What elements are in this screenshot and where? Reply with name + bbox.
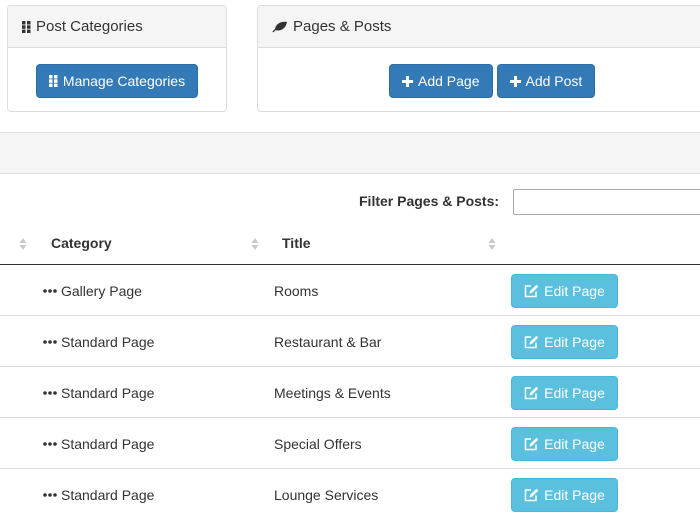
ellipsis-icon [43, 367, 57, 418]
manage-categories-label: Manage Categories [62, 73, 186, 89]
ellipsis-icon [43, 265, 57, 316]
add-page-button[interactable]: Add Page [389, 64, 493, 98]
pages-posts-title: Pages & Posts [293, 18, 392, 35]
grid-icon [48, 75, 58, 87]
pages-posts-body: Add Page Add Post [258, 48, 700, 111]
row-category: Standard Page [61, 333, 155, 350]
add-post-label: Add Post [525, 73, 583, 89]
edit-icon [524, 335, 539, 349]
pages-posts-panel: Pages & Posts Add Page Add Post [257, 5, 700, 112]
filter-input[interactable] [513, 189, 700, 215]
edit-icon [524, 284, 539, 298]
row-title: Meetings & Events [274, 384, 391, 401]
edit-icon [524, 437, 539, 451]
table-row: Standard Page Meetings & Events Edit Pag… [0, 367, 700, 418]
post-categories-body: Manage Categories [8, 48, 226, 111]
row-category: Gallery Page [61, 282, 142, 299]
row-title: Restaurant & Bar [274, 333, 382, 350]
sort-icon[interactable] [19, 237, 27, 254]
grid-icon [22, 20, 31, 33]
edit-page-label: Edit Page [544, 436, 605, 452]
row-title: Special Offers [274, 435, 362, 452]
add-post-button[interactable]: Add Post [496, 64, 596, 98]
edit-page-button[interactable]: Edit Page [511, 427, 618, 461]
sort-icon[interactable] [488, 237, 496, 254]
plus-icon [402, 75, 413, 87]
column-header-title[interactable]: Title [282, 235, 311, 251]
row-title: Lounge Services [274, 486, 379, 503]
manage-categories-button[interactable]: Manage Categories [35, 64, 199, 98]
row-title: Rooms [274, 282, 319, 299]
table-row: Standard Page Restaurant & Bar Edit Page [0, 316, 700, 367]
table-row: Gallery Page Rooms Edit Page [0, 265, 700, 316]
post-categories-title: Post Categories [36, 18, 143, 35]
post-categories-heading: Post Categories [8, 6, 226, 48]
column-header-category[interactable]: Category [51, 235, 112, 251]
edit-icon [524, 386, 539, 400]
edit-page-button[interactable]: Edit Page [511, 325, 618, 359]
edit-page-label: Edit Page [544, 487, 605, 503]
section-band [0, 132, 700, 174]
row-category: Standard Page [61, 486, 155, 503]
ellipsis-icon [43, 316, 57, 367]
edit-page-button[interactable]: Edit Page [511, 376, 618, 410]
edit-page-button[interactable]: Edit Page [511, 478, 618, 512]
add-page-label: Add Page [418, 73, 480, 89]
leaf-icon [272, 21, 288, 33]
pages-posts-heading: Pages & Posts [258, 6, 700, 48]
table-row: Standard Page Lounge Services Edit Page [0, 469, 700, 520]
sort-icon[interactable] [251, 237, 259, 254]
edit-page-label: Edit Page [544, 283, 605, 299]
edit-page-button[interactable]: Edit Page [511, 274, 618, 308]
row-category: Standard Page [61, 435, 155, 452]
table-row: Standard Page Special Offers Edit Page [0, 418, 700, 469]
plus-icon [509, 75, 521, 87]
edit-page-label: Edit Page [544, 334, 605, 350]
row-category: Standard Page [61, 384, 155, 401]
edit-page-label: Edit Page [544, 385, 605, 401]
post-categories-panel: Post Categories Manage Categories [7, 5, 227, 112]
filter-label: Filter Pages & Posts: [359, 193, 500, 209]
ellipsis-icon [43, 469, 57, 520]
ellipsis-icon [43, 418, 57, 469]
